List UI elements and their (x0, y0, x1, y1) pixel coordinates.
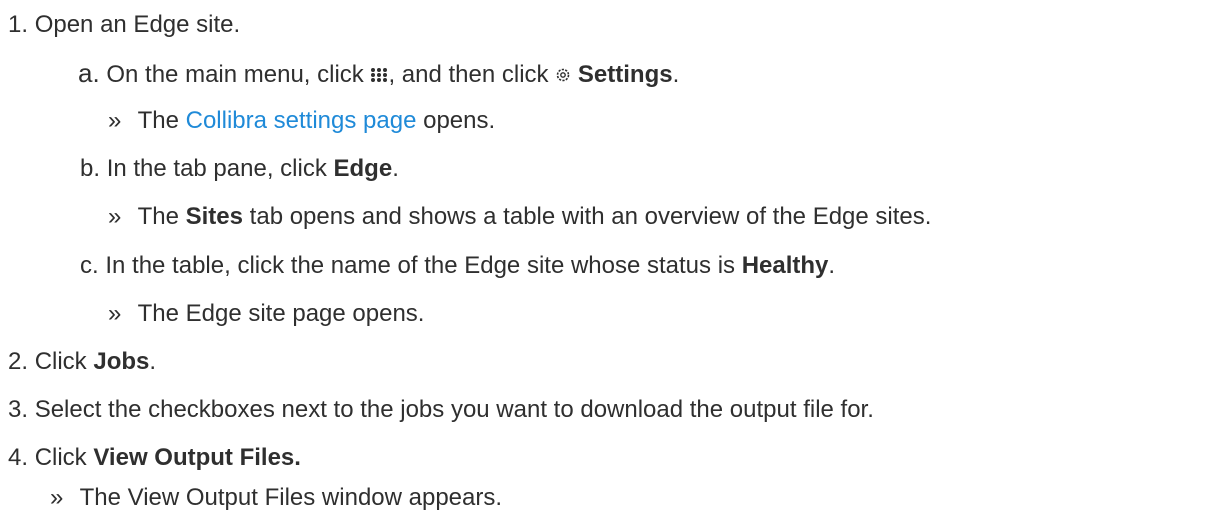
result-marker: » (108, 107, 122, 134)
step-text: Click (34, 348, 87, 375)
jobs-label: Jobs (93, 348, 150, 375)
step-letter: b. (80, 155, 101, 182)
result-text: opens. (423, 107, 496, 134)
result-text: tab opens and shows a table with an over… (249, 203, 932, 230)
step-text: . (392, 155, 399, 182)
step-text: . (828, 252, 836, 279)
result-text: The View Output Files window appears. (79, 484, 503, 511)
edge-label: Edge (333, 155, 393, 182)
step-text: , and then click (388, 61, 549, 88)
step-text: . (149, 348, 157, 375)
result-text: The (137, 203, 179, 230)
step-text: Open an Edge site. (34, 11, 241, 38)
step-3: 3. Select the checkboxes next to the job… (8, 395, 874, 425)
step-text: Select the checkboxes next to the jobs y… (34, 396, 874, 423)
step-number: 3. (8, 396, 29, 423)
result-text: The Edge site page opens. (137, 300, 425, 327)
result-marker: » (108, 203, 122, 230)
collibra-settings-link[interactable]: Collibra settings page (186, 107, 417, 134)
result-marker: » (50, 484, 64, 511)
view-output-files-label: View Output Files. (93, 444, 301, 471)
step-text: In the tab pane, click (106, 155, 327, 182)
step-number: 1. (8, 11, 29, 38)
step-text: On the main menu, click (106, 61, 364, 88)
step-1a: a. On the main menu, click , and then cl… (78, 58, 679, 91)
step-number: 4. (8, 444, 29, 471)
step-text: Click (34, 444, 87, 471)
step-text: In the table, click the name of the Edge… (105, 252, 736, 279)
healthy-label: Healthy (741, 252, 829, 279)
step-4: 4. Click View Output Files. (8, 443, 301, 473)
gear-icon (555, 61, 571, 91)
step-number: 2. (8, 348, 29, 375)
result-marker: » (108, 300, 122, 327)
step-4-result: » The View Output Files window appears. (50, 483, 502, 513)
step-1a-result: » The Collibra settings page opens. (108, 106, 495, 136)
result-text: The (137, 107, 179, 134)
grid-icon (370, 61, 388, 91)
step-1b-result: » The Sites tab opens and shows a table … (108, 202, 931, 232)
settings-label: Settings (577, 61, 673, 88)
step-1c: c. In the table, click the name of the E… (80, 251, 835, 281)
step-letter: a. (78, 58, 100, 88)
sites-label: Sites (185, 203, 243, 230)
step-1b: b. In the tab pane, click Edge. (80, 154, 399, 184)
step-1: 1. Open an Edge site. (8, 10, 240, 40)
step-1c-result: » The Edge site page opens. (108, 299, 424, 329)
step-text: . (672, 61, 680, 88)
step-2: 2. Click Jobs. (8, 347, 156, 377)
step-letter: c. (80, 252, 99, 279)
